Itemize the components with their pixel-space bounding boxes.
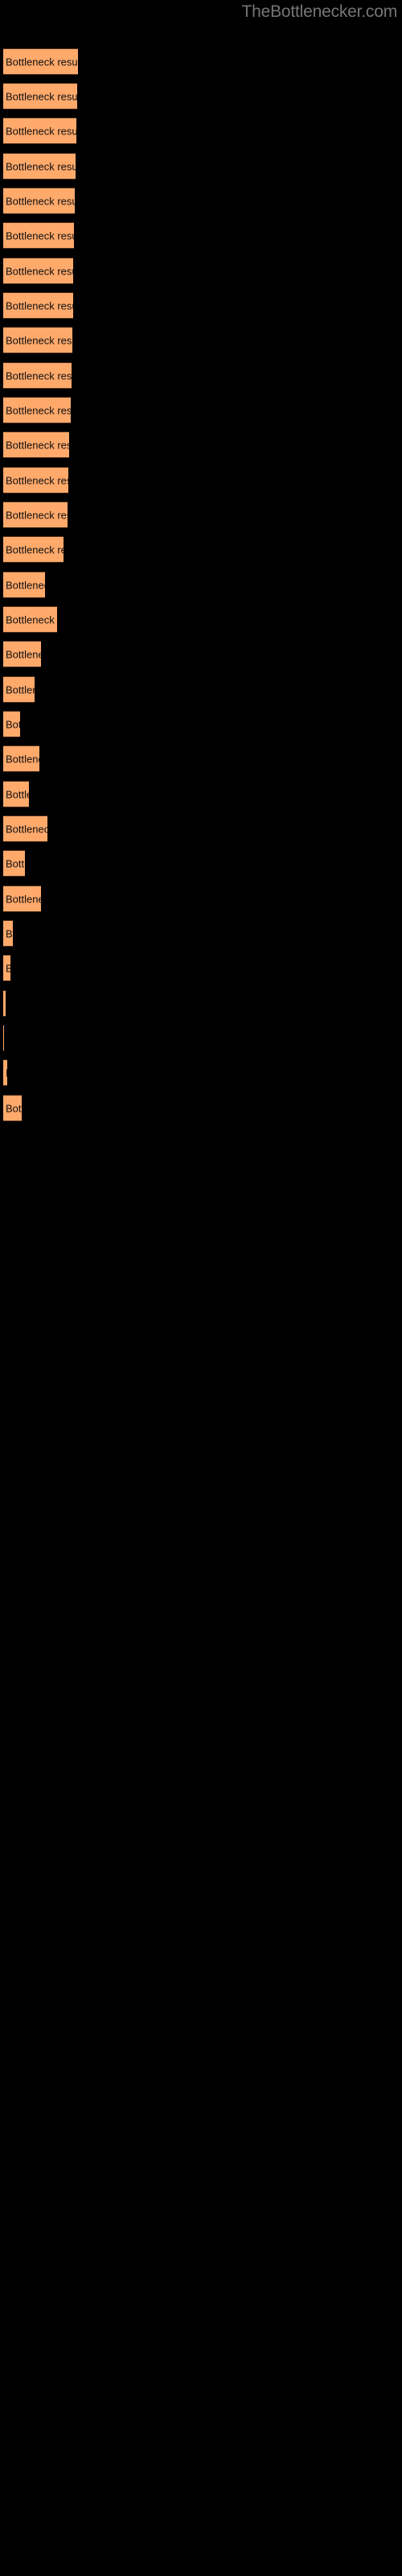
bar[interactable]: Bottleneck result	[3, 467, 68, 493]
bar[interactable]: Bottleneck result	[3, 502, 68, 528]
bar-label: Bottleneck result	[6, 788, 29, 800]
bar-label: Bottleneck result	[6, 125, 76, 137]
bar-label: Bottleneck result	[6, 229, 74, 242]
bar-label: Bottleneck result	[6, 1102, 22, 1114]
bar[interactable]: Bottleneck result	[3, 815, 47, 842]
bar-label: Bottleneck result	[6, 857, 25, 869]
bar-label: Bottleneck result	[6, 683, 35, 696]
bar[interactable]: Bottleneck result	[3, 1025, 4, 1051]
bar[interactable]: Bottleneck result	[3, 222, 74, 249]
bar[interactable]: Bottleneck result	[3, 292, 73, 319]
bar-label: Bottleneck result	[6, 265, 73, 277]
bar-label: Bottleneck result	[6, 56, 78, 68]
bar[interactable]: Bottleneck result	[3, 1059, 7, 1086]
bar[interactable]: Bottleneck result	[3, 431, 69, 458]
bar-label: Bottleneck result	[6, 718, 20, 730]
bar-series: Bottleneck result Bottleneck result Bottle…	[0, 0, 402, 2576]
bar-label: Bottleneck result	[6, 195, 75, 207]
bar[interactable]: Bottleneck result	[3, 990, 6, 1017]
bar-label: Bottleneck result	[6, 648, 41, 660]
bar[interactable]: Bottleneck result	[3, 850, 25, 877]
bar[interactable]: Bottleneck result	[3, 711, 20, 737]
bar[interactable]: Bottleneck result	[3, 572, 45, 598]
bar[interactable]: Bottleneck result	[3, 327, 72, 353]
bar-label: Bottleneck result	[6, 369, 72, 382]
bar-label: Bottleneck result	[6, 160, 76, 172]
bar[interactable]: Bottleneck result	[3, 886, 41, 912]
bar[interactable]: Bottleneck result	[3, 781, 29, 807]
bar[interactable]: Bottleneck result	[3, 955, 10, 981]
bar-label: Bottleneck result	[6, 404, 71, 416]
bar[interactable]: Bottleneck result	[3, 676, 35, 703]
bar[interactable]: Bottleneck result	[3, 48, 78, 75]
bar[interactable]: Bottleneck result	[3, 153, 76, 180]
bar-label: Bottleneck result	[6, 893, 41, 905]
bar[interactable]: Bottleneck result	[3, 606, 57, 633]
bar-label: Bottleneck result	[6, 543, 64, 555]
bar-label: Bottleneck result	[6, 823, 47, 835]
bar-label: Bottleneck result	[6, 579, 45, 591]
bar[interactable]: Bottleneck result	[3, 1095, 22, 1121]
bar-label: Bottleneck result	[6, 90, 77, 102]
bottleneck-chart: TheBottlenecker.com Bottleneck result Bot…	[0, 0, 402, 2576]
bar[interactable]: Bottleneck result	[3, 745, 39, 772]
bar[interactable]: Bottleneck result	[3, 362, 72, 389]
bar-label: Bottleneck result	[6, 334, 72, 346]
bar[interactable]: Bottleneck result	[3, 920, 13, 947]
bar-label: Bottleneck result	[6, 509, 68, 521]
bar[interactable]: Bottleneck result	[3, 397, 71, 423]
bar-label: Bottleneck result	[6, 613, 57, 625]
bar-label: Bottleneck result	[6, 1067, 7, 1079]
bar[interactable]: Bottleneck result	[3, 258, 73, 284]
bar-label: Bottleneck result	[6, 927, 13, 939]
bar[interactable]: Bottleneck result	[3, 83, 77, 109]
bar-label: Bottleneck result	[6, 439, 69, 451]
bar[interactable]: Bottleneck result	[3, 641, 41, 667]
bar-label: Bottleneck result	[6, 962, 10, 974]
bar-label: Bottleneck result	[6, 753, 39, 765]
bar-label: Bottleneck result	[6, 299, 73, 312]
bar-label: Bottleneck result	[6, 474, 68, 486]
bar[interactable]: Bottleneck result	[3, 536, 64, 563]
bar[interactable]: Bottleneck result	[3, 188, 75, 214]
bar[interactable]: Bottleneck result	[3, 118, 76, 144]
